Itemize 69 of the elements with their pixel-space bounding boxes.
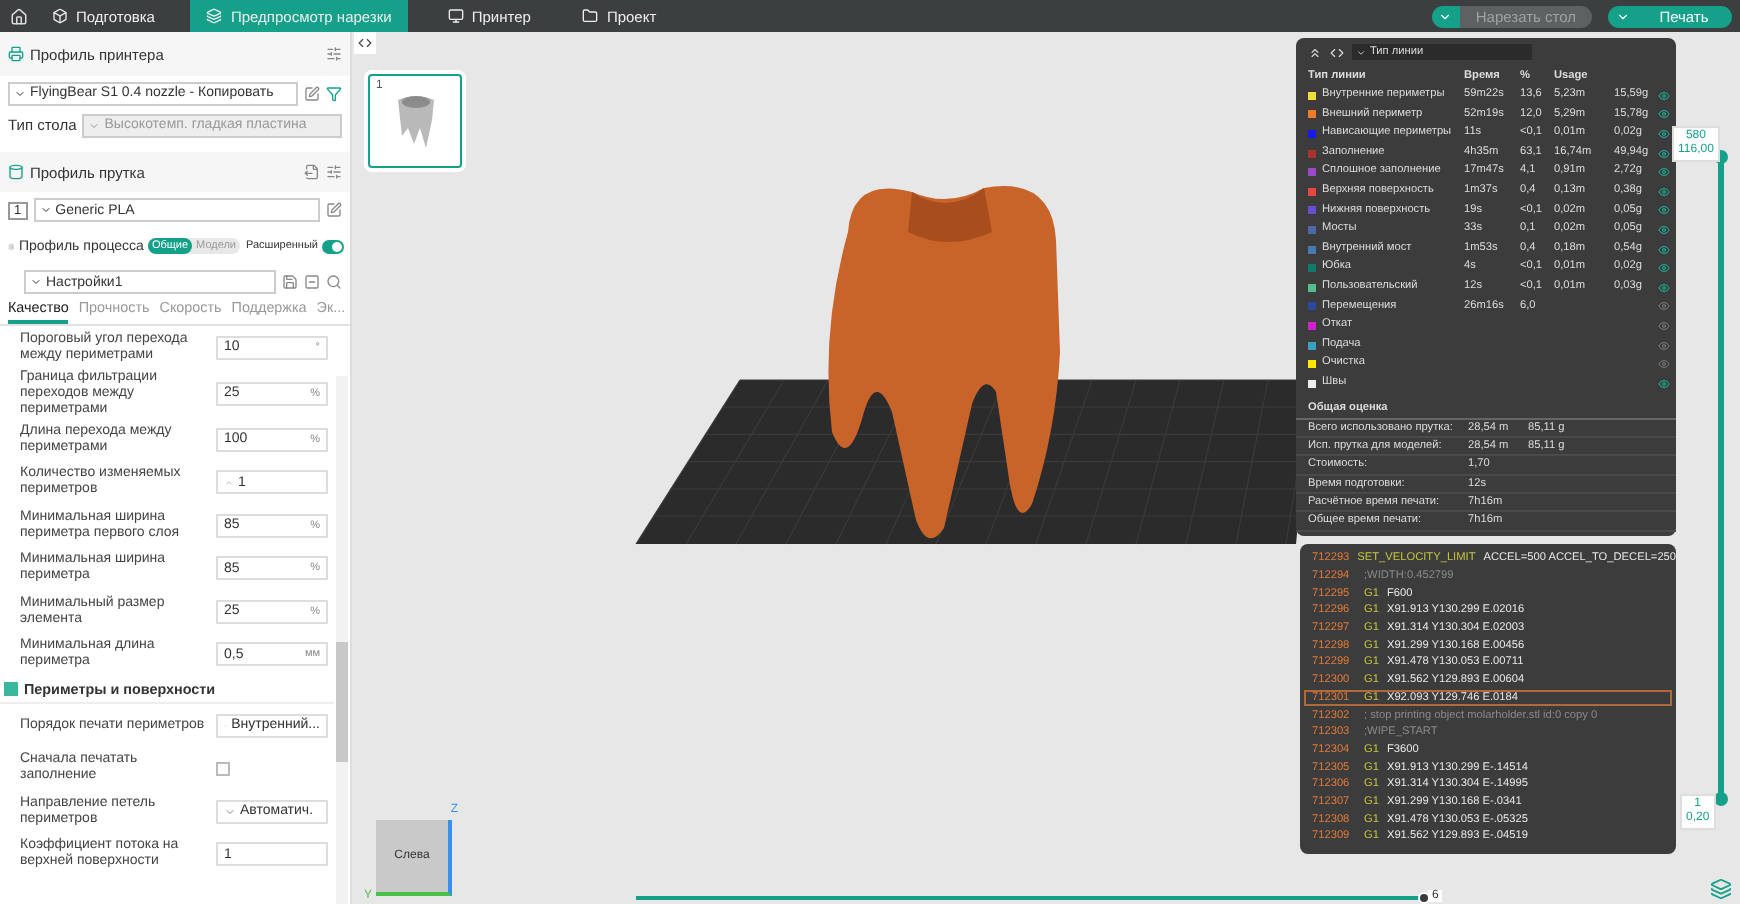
visibility-icon[interactable] — [1658, 223, 1670, 236]
visibility-icon[interactable] — [1658, 319, 1670, 332]
chevron-down-icon — [1438, 9, 1453, 23]
eye-icon — [1658, 300, 1670, 313]
layer-slider[interactable] — [1718, 156, 1724, 800]
visibility-icon[interactable] — [1658, 262, 1670, 275]
eye-icon — [1658, 281, 1670, 294]
visibility-icon[interactable] — [1658, 185, 1670, 198]
visibility-icon[interactable] — [1658, 281, 1670, 294]
visibility-icon[interactable] — [1658, 108, 1670, 121]
chevron-down-icon — [39, 204, 52, 216]
eye-icon — [1658, 377, 1670, 390]
chevron-down-icon — [30, 276, 42, 288]
section-icon — [4, 682, 18, 697]
layers-icon[interactable] — [1710, 878, 1732, 900]
export-icon[interactable] — [304, 164, 320, 180]
visibility-icon[interactable] — [1658, 377, 1670, 390]
scrollbar[interactable] — [336, 376, 348, 904]
eye-icon — [1658, 319, 1670, 332]
eye-icon — [1658, 185, 1670, 198]
printer-icon — [8, 46, 24, 62]
code-brackets-icon — [1330, 45, 1344, 59]
settings-icon[interactable] — [326, 46, 342, 62]
folder-icon — [582, 8, 599, 24]
spool-icon — [8, 164, 24, 180]
eye-icon — [1658, 204, 1670, 217]
edit-icon[interactable] — [304, 85, 320, 101]
eye-icon — [1658, 89, 1670, 102]
visibility-icon[interactable] — [1658, 166, 1670, 179]
filter-icon[interactable] — [326, 85, 342, 101]
eye-icon — [1658, 243, 1670, 256]
visibility-icon[interactable] — [1658, 147, 1670, 160]
gear-icon — [8, 239, 15, 253]
chevron-down-icon — [88, 119, 101, 131]
search-icon[interactable] — [326, 274, 342, 290]
chevron-down-icon — [14, 87, 26, 99]
visibility-icon[interactable] — [1658, 339, 1670, 352]
eye-icon — [1658, 358, 1670, 371]
visibility-icon[interactable] — [1658, 127, 1670, 140]
edit-icon[interactable] — [326, 202, 342, 218]
chevron-down-icon — [224, 805, 236, 818]
cube-icon — [52, 8, 68, 24]
dropdown-toggle[interactable] — [1608, 5, 1636, 27]
dropdown-toggle[interactable] — [1431, 5, 1460, 27]
eye-icon — [1658, 166, 1670, 179]
eye-icon — [1658, 262, 1670, 275]
advanced-switch[interactable] — [322, 239, 344, 253]
monitor-icon — [447, 8, 464, 24]
visibility-icon[interactable] — [1658, 358, 1670, 371]
chevron-down-icon — [1356, 47, 1366, 57]
settings-icon[interactable] — [326, 164, 342, 180]
visibility-icon[interactable] — [1658, 89, 1670, 102]
eye-icon — [1658, 108, 1670, 121]
visibility-icon[interactable] — [1658, 204, 1670, 217]
collapse-icon[interactable] — [1308, 45, 1322, 59]
tooth-drawing — [393, 91, 437, 151]
layers-icon — [206, 8, 223, 24]
visibility-icon[interactable] — [1658, 243, 1670, 256]
save-icon[interactable] — [282, 274, 298, 290]
collapse-button[interactable] — [354, 32, 376, 54]
eye-icon — [1658, 127, 1670, 140]
remove-icon[interactable] — [304, 274, 320, 290]
chevron-down-icon — [1615, 9, 1629, 23]
eye-icon — [1658, 339, 1670, 352]
checkbox[interactable] — [216, 761, 230, 776]
visibility-icon[interactable] — [1658, 300, 1670, 313]
eye-icon — [1658, 223, 1670, 236]
code-brackets-icon — [358, 36, 372, 50]
eye-icon — [1658, 147, 1670, 160]
